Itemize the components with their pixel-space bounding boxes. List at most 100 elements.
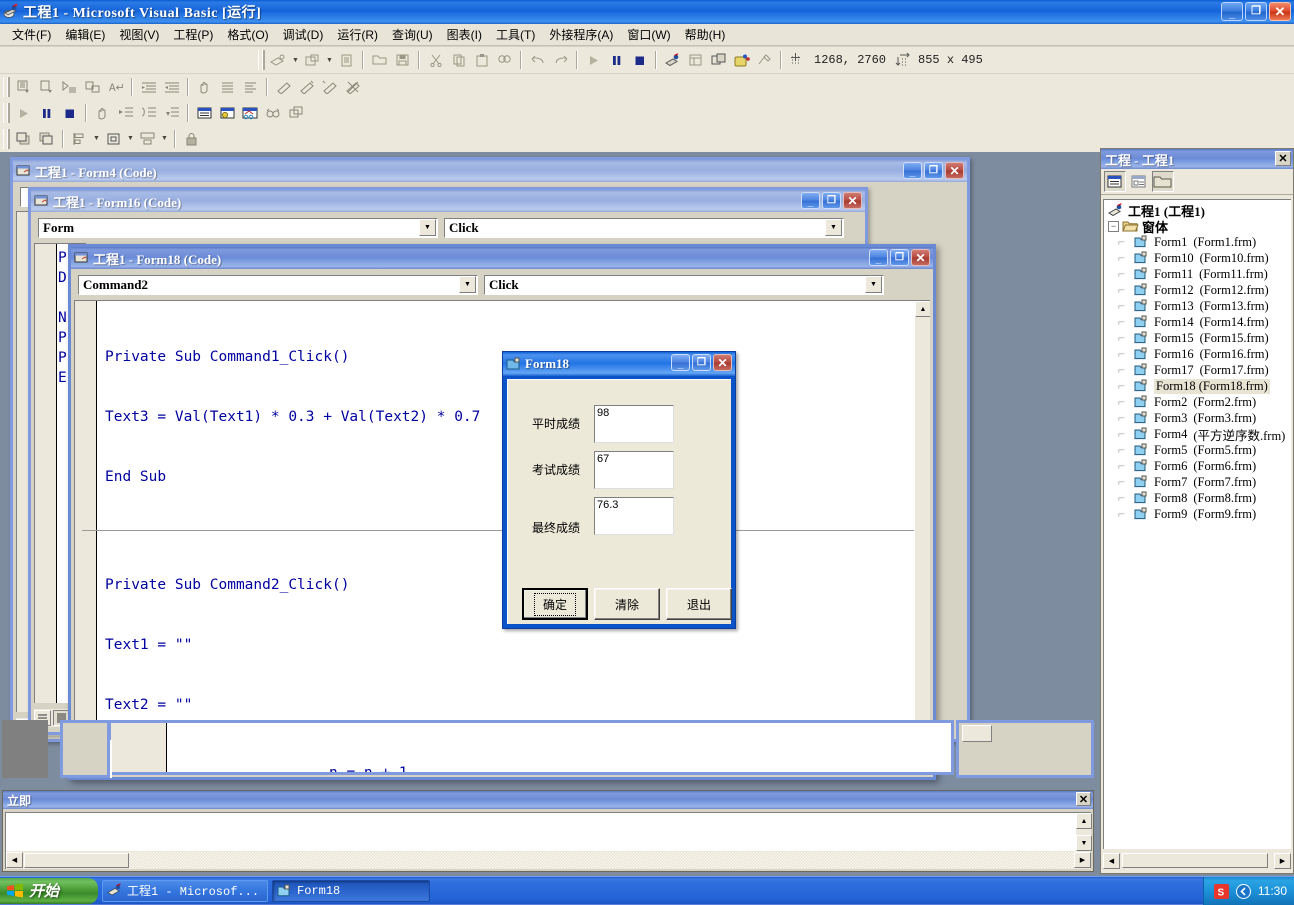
tree-item-form4[interactable]: ⌐ Form4 (平方逆序数.frm) bbox=[1118, 426, 1291, 443]
menu-format[interactable]: 格式(O) bbox=[220, 24, 275, 45]
tree-item-form15[interactable]: ⌐ Form15 (Form15.frm) bbox=[1118, 330, 1291, 346]
button-exit[interactable]: 退出 bbox=[666, 588, 732, 620]
menu-file[interactable]: 文件(F) bbox=[5, 24, 58, 45]
button-confirm[interactable]: 确定 bbox=[522, 588, 588, 620]
input-zuizhong-chengji[interactable]: 76.3 bbox=[594, 497, 674, 535]
align-dropdown-icon[interactable]: ▼ bbox=[91, 128, 102, 150]
start-run-icon[interactable] bbox=[582, 49, 605, 71]
tree-item-form8[interactable]: ⌐ Form8 (Form8.frm) bbox=[1118, 490, 1291, 506]
quick-info-icon[interactable] bbox=[58, 76, 81, 98]
next-bookmark-icon[interactable] bbox=[295, 76, 318, 98]
menu-diagram[interactable]: 图表(I) bbox=[440, 24, 489, 45]
menu-project[interactable]: 工程(P) bbox=[166, 24, 220, 45]
taskbar-item-vb[interactable]: 工程1 - Microsof... bbox=[102, 879, 269, 902]
find-icon[interactable] bbox=[493, 49, 516, 71]
redo-icon[interactable] bbox=[549, 49, 572, 71]
close-button[interactable]: ✕ bbox=[1269, 2, 1291, 21]
copy-icon[interactable] bbox=[447, 49, 470, 71]
scroll-down-icon[interactable]: ▼ bbox=[1076, 835, 1092, 851]
step-out-icon[interactable] bbox=[160, 102, 183, 124]
menu-help[interactable]: 帮助(H) bbox=[678, 24, 733, 45]
code-window-form4-titlebar[interactable]: 工程1 - Form4 (Code) _ ❐ ✕ bbox=[13, 160, 967, 182]
save-project-icon[interactable] bbox=[391, 49, 414, 71]
view-code-icon[interactable] bbox=[1104, 171, 1126, 192]
list-constants-icon[interactable] bbox=[35, 76, 58, 98]
tree-item-form17[interactable]: ⌐ Form17 (Form17.frm) bbox=[1118, 362, 1291, 378]
start-button[interactable]: 开始 bbox=[0, 877, 98, 904]
outdent-icon[interactable] bbox=[160, 76, 183, 98]
step-into-icon[interactable] bbox=[114, 102, 137, 124]
scroll-up-icon[interactable]: ▲ bbox=[915, 301, 930, 317]
add-project-icon[interactable] bbox=[267, 49, 290, 71]
code-window-form18-vscrollbar[interactable]: ▲ ▼ bbox=[914, 301, 930, 738]
tree-item-form6[interactable]: ⌐ Form6 (Form6.frm) bbox=[1118, 458, 1291, 474]
immediate-window[interactable]: 立即 ✕ ▲ ▼ ◀ ▶ bbox=[2, 790, 1094, 872]
add-project-dropdown-icon[interactable]: ▼ bbox=[290, 49, 301, 71]
project-explorer-titlebar[interactable]: 工程 - 工程1 ✕ bbox=[1101, 149, 1293, 169]
sogou-ime-icon[interactable]: S bbox=[1213, 883, 1229, 899]
list-properties-icon[interactable] bbox=[12, 76, 35, 98]
scroll-up-icon[interactable]: ▲ bbox=[1076, 813, 1092, 829]
tree-item-form12[interactable]: ⌐ Form12 (Form12.frm) bbox=[1118, 282, 1291, 298]
uncomment-block-icon[interactable] bbox=[239, 76, 262, 98]
immediate-hscroll-track[interactable] bbox=[129, 851, 1074, 869]
restore-button[interactable]: ❐ bbox=[1245, 2, 1267, 21]
center-dropdown-icon[interactable]: ▼ bbox=[125, 128, 136, 150]
tree-item-form16[interactable]: ⌐ Form16 (Form16.frm) bbox=[1118, 346, 1291, 362]
project-explorer-close-button[interactable]: ✕ bbox=[1275, 151, 1291, 166]
toggle-breakpoint-hand-icon[interactable] bbox=[193, 76, 216, 98]
previous-bookmark-icon[interactable] bbox=[318, 76, 341, 98]
object-browser-icon[interactable] bbox=[730, 49, 753, 71]
immediate-window-titlebar[interactable]: 立即 ✕ bbox=[3, 791, 1093, 809]
code-window-form18-titlebar[interactable]: 工程1 - Form18 (Code) _ ❐ ✕ bbox=[71, 247, 933, 269]
quick-watch-icon[interactable] bbox=[262, 102, 285, 124]
immediate-window-vscrollbar[interactable]: ▲ ▼ bbox=[1075, 813, 1092, 851]
menu-run[interactable]: 运行(R) bbox=[330, 24, 385, 45]
make-same-size-dropdown-icon[interactable]: ▼ bbox=[159, 128, 170, 150]
taskbar-item-form18[interactable]: Form18 bbox=[272, 879, 431, 902]
locals-window-icon[interactable] bbox=[193, 102, 216, 124]
debug-start-icon[interactable] bbox=[12, 102, 35, 124]
immediate-window-close-button[interactable]: ✕ bbox=[1076, 792, 1091, 806]
code-window-form18-minimize[interactable]: _ bbox=[869, 249, 888, 266]
immediate-window-body[interactable]: ▲ ▼ ◀ ▶ bbox=[5, 812, 1092, 869]
chevron-down-icon[interactable]: ▼ bbox=[825, 219, 842, 236]
procedure-dropdown-form16[interactable]: Click ▼ bbox=[444, 217, 844, 238]
toolbar-grip[interactable] bbox=[258, 50, 265, 70]
code-window-form18-maximize[interactable]: ❐ bbox=[890, 249, 909, 266]
watch-window-icon[interactable] bbox=[239, 102, 262, 124]
form18-minimize-button[interactable]: _ bbox=[671, 354, 690, 371]
send-to-back-icon[interactable] bbox=[35, 128, 58, 150]
toolbar-grip[interactable] bbox=[3, 77, 10, 97]
code-window-form18-close[interactable]: ✕ bbox=[911, 249, 930, 266]
code-window-form16-minimize[interactable]: _ bbox=[801, 192, 820, 209]
tree-item-form10[interactable]: ⌐ Form10 (Form10.frm) bbox=[1118, 250, 1291, 266]
lock-controls-icon[interactable] bbox=[180, 128, 203, 150]
step-over-icon[interactable] bbox=[137, 102, 160, 124]
minimize-button[interactable]: _ bbox=[1221, 2, 1243, 21]
toggle-bookmark-icon[interactable] bbox=[272, 76, 295, 98]
project-explorer-icon[interactable] bbox=[661, 49, 684, 71]
add-form-dropdown-icon[interactable]: ▼ bbox=[324, 49, 335, 71]
clear-bookmarks-icon[interactable] bbox=[341, 76, 364, 98]
scroll-right-icon[interactable]: ▶ bbox=[1274, 852, 1291, 869]
view-object-icon[interactable] bbox=[1128, 171, 1150, 192]
cut-icon[interactable] bbox=[424, 49, 447, 71]
parameter-info-icon[interactable] bbox=[81, 76, 104, 98]
project-explorer-hscroll-thumb[interactable] bbox=[1122, 853, 1268, 868]
bring-to-front-icon[interactable] bbox=[12, 128, 35, 150]
object-dropdown-form16[interactable]: Form ▼ bbox=[38, 217, 438, 238]
tree-item-form13[interactable]: ⌐ Form13 (Form13.frm) bbox=[1118, 298, 1291, 314]
comment-block-icon[interactable] bbox=[216, 76, 239, 98]
code-window-form16-close[interactable]: ✕ bbox=[843, 192, 862, 209]
code-window-form16-titlebar[interactable]: 工程1 - Form16 (Code) _ ❐ ✕ bbox=[31, 190, 865, 212]
tree-item-form5[interactable]: ⌐ Form5 (Form5.frm) bbox=[1118, 442, 1291, 458]
menu-edit[interactable]: 编辑(E) bbox=[58, 24, 112, 45]
tree-item-form11[interactable]: ⌐ Form11 (Form11.frm) bbox=[1118, 266, 1291, 282]
code-window-form4-minimize[interactable]: _ bbox=[903, 162, 922, 179]
paste-icon[interactable] bbox=[470, 49, 493, 71]
tree-node-forms-folder[interactable]: − 窗体 bbox=[1104, 218, 1291, 235]
tree-expander-icon[interactable]: − bbox=[1108, 220, 1119, 232]
scroll-right-icon[interactable]: ▶ bbox=[1074, 852, 1091, 868]
toolbox-icon[interactable] bbox=[753, 49, 776, 71]
